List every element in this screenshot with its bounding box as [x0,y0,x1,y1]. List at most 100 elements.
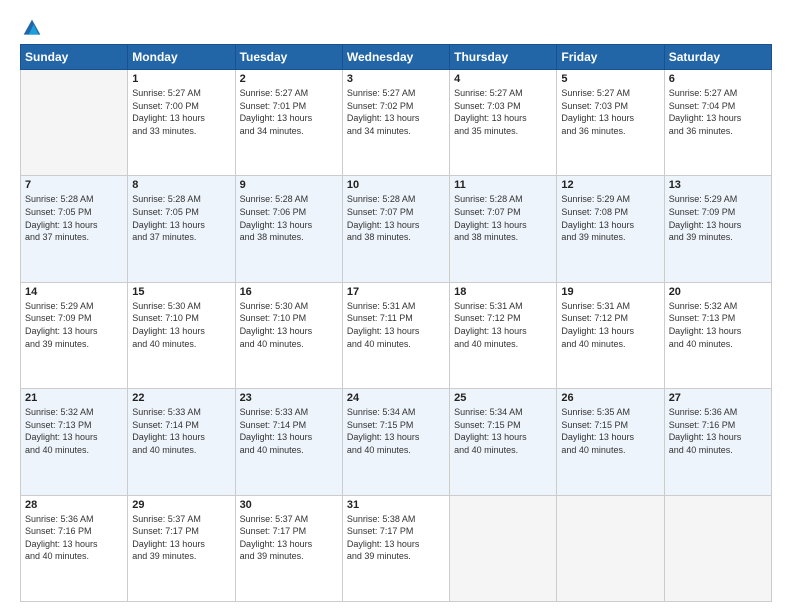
day-number: 12 [561,179,659,191]
cell-info: Sunrise: 5:32 AM Sunset: 7:13 PM Dayligh… [669,300,767,350]
calendar-cell: 24 Sunrise: 5:34 AM Sunset: 7:15 PM Dayli… [342,389,449,495]
cell-info: Sunrise: 5:37 AM Sunset: 7:17 PM Dayligh… [240,513,338,563]
day-number: 3 [347,73,445,85]
day-number: 31 [347,499,445,511]
day-number: 29 [132,499,230,511]
cell-info: Sunrise: 5:32 AM Sunset: 7:13 PM Dayligh… [25,406,123,456]
day-number: 18 [454,286,552,298]
calendar-cell: 9 Sunrise: 5:28 AM Sunset: 7:06 PM Daylig… [235,176,342,282]
calendar-cell [557,495,664,601]
day-number: 10 [347,179,445,191]
calendar-header-sunday: Sunday [21,45,128,70]
calendar-week-row: 14 Sunrise: 5:29 AM Sunset: 7:09 PM Dayli… [21,282,772,388]
cell-info: Sunrise: 5:28 AM Sunset: 7:05 PM Dayligh… [25,193,123,243]
day-number: 8 [132,179,230,191]
day-number: 17 [347,286,445,298]
day-number: 30 [240,499,338,511]
day-number: 7 [25,179,123,191]
calendar-cell: 7 Sunrise: 5:28 AM Sunset: 7:05 PM Daylig… [21,176,128,282]
day-number: 16 [240,286,338,298]
calendar-table: SundayMondayTuesdayWednesdayThursdayFrid… [20,44,772,602]
calendar-cell: 26 Sunrise: 5:35 AM Sunset: 7:15 PM Dayli… [557,389,664,495]
day-number: 27 [669,392,767,404]
calendar-week-row: 1Sunrise: 5:27 AM Sunset: 7:00 PM Daylig… [21,70,772,176]
calendar-cell: 8 Sunrise: 5:28 AM Sunset: 7:05 PM Daylig… [128,176,235,282]
page: SundayMondayTuesdayWednesdayThursdayFrid… [0,0,792,612]
calendar-header-thursday: Thursday [450,45,557,70]
cell-info: Sunrise: 5:33 AM Sunset: 7:14 PM Dayligh… [132,406,230,456]
calendar-cell: 16 Sunrise: 5:30 AM Sunset: 7:10 PM Dayli… [235,282,342,388]
cell-info: Sunrise: 5:31 AM Sunset: 7:12 PM Dayligh… [561,300,659,350]
cell-info: Sunrise: 5:33 AM Sunset: 7:14 PM Dayligh… [240,406,338,456]
calendar-header-tuesday: Tuesday [235,45,342,70]
day-number: 20 [669,286,767,298]
calendar-cell: 11 Sunrise: 5:28 AM Sunset: 7:07 PM Dayli… [450,176,557,282]
calendar-cell: 1Sunrise: 5:27 AM Sunset: 7:00 PM Daylig… [128,70,235,176]
day-number: 5 [561,73,659,85]
cell-info: Sunrise: 5:27 AM Sunset: 7:04 PM Dayligh… [669,87,767,137]
logo-icon [22,18,42,38]
calendar-header-friday: Friday [557,45,664,70]
calendar-cell [21,70,128,176]
calendar-cell: 19Sunrise: 5:31 AM Sunset: 7:12 PM Dayli… [557,282,664,388]
cell-info: Sunrise: 5:30 AM Sunset: 7:10 PM Dayligh… [240,300,338,350]
day-number: 15 [132,286,230,298]
calendar-header-monday: Monday [128,45,235,70]
cell-info: Sunrise: 5:28 AM Sunset: 7:06 PM Dayligh… [240,193,338,243]
day-number: 14 [25,286,123,298]
calendar-cell: 4Sunrise: 5:27 AM Sunset: 7:03 PM Daylig… [450,70,557,176]
logo [20,18,42,38]
cell-info: Sunrise: 5:27 AM Sunset: 7:03 PM Dayligh… [561,87,659,137]
calendar-cell: 31Sunrise: 5:38 AM Sunset: 7:17 PM Dayli… [342,495,449,601]
day-number: 4 [454,73,552,85]
day-number: 25 [454,392,552,404]
calendar-cell: 18 Sunrise: 5:31 AM Sunset: 7:12 PM Dayli… [450,282,557,388]
cell-info: Sunrise: 5:37 AM Sunset: 7:17 PM Dayligh… [132,513,230,563]
calendar-cell: 13 Sunrise: 5:29 AM Sunset: 7:09 PM Dayli… [664,176,771,282]
calendar-cell: 14 Sunrise: 5:29 AM Sunset: 7:09 PM Dayli… [21,282,128,388]
day-number: 22 [132,392,230,404]
header [20,18,772,38]
calendar-cell [450,495,557,601]
cell-info: Sunrise: 5:29 AM Sunset: 7:08 PM Dayligh… [561,193,659,243]
day-number: 26 [561,392,659,404]
cell-info: Sunrise: 5:31 AM Sunset: 7:12 PM Dayligh… [454,300,552,350]
calendar-cell: 21 Sunrise: 5:32 AM Sunset: 7:13 PM Dayli… [21,389,128,495]
cell-info: Sunrise: 5:34 AM Sunset: 7:15 PM Dayligh… [347,406,445,456]
calendar-cell [664,495,771,601]
calendar-cell: 25 Sunrise: 5:34 AM Sunset: 7:15 PM Dayli… [450,389,557,495]
day-number: 23 [240,392,338,404]
calendar-cell: 20 Sunrise: 5:32 AM Sunset: 7:13 PM Dayli… [664,282,771,388]
cell-info: Sunrise: 5:29 AM Sunset: 7:09 PM Dayligh… [25,300,123,350]
calendar-cell: 3 Sunrise: 5:27 AM Sunset: 7:02 PM Daylig… [342,70,449,176]
cell-info: Sunrise: 5:28 AM Sunset: 7:07 PM Dayligh… [347,193,445,243]
calendar-cell: 22 Sunrise: 5:33 AM Sunset: 7:14 PM Dayli… [128,389,235,495]
day-number: 24 [347,392,445,404]
day-number: 13 [669,179,767,191]
day-number: 2 [240,73,338,85]
cell-info: Sunrise: 5:36 AM Sunset: 7:16 PM Dayligh… [669,406,767,456]
calendar-cell: 27 Sunrise: 5:36 AM Sunset: 7:16 PM Dayli… [664,389,771,495]
cell-info: Sunrise: 5:29 AM Sunset: 7:09 PM Dayligh… [669,193,767,243]
day-number: 28 [25,499,123,511]
calendar-week-row: 28 Sunrise: 5:36 AM Sunset: 7:16 PM Dayli… [21,495,772,601]
calendar-cell: 15Sunrise: 5:30 AM Sunset: 7:10 PM Dayli… [128,282,235,388]
calendar-cell: 2Sunrise: 5:27 AM Sunset: 7:01 PM Daylig… [235,70,342,176]
calendar-header-saturday: Saturday [664,45,771,70]
calendar-week-row: 7 Sunrise: 5:28 AM Sunset: 7:05 PM Daylig… [21,176,772,282]
calendar-cell: 12 Sunrise: 5:29 AM Sunset: 7:08 PM Dayli… [557,176,664,282]
cell-info: Sunrise: 5:31 AM Sunset: 7:11 PM Dayligh… [347,300,445,350]
cell-info: Sunrise: 5:36 AM Sunset: 7:16 PM Dayligh… [25,513,123,563]
day-number: 21 [25,392,123,404]
cell-info: Sunrise: 5:27 AM Sunset: 7:02 PM Dayligh… [347,87,445,137]
cell-info: Sunrise: 5:28 AM Sunset: 7:05 PM Dayligh… [132,193,230,243]
calendar-cell: 23 Sunrise: 5:33 AM Sunset: 7:14 PM Dayli… [235,389,342,495]
calendar-cell: 28 Sunrise: 5:36 AM Sunset: 7:16 PM Dayli… [21,495,128,601]
cell-info: Sunrise: 5:34 AM Sunset: 7:15 PM Dayligh… [454,406,552,456]
cell-info: Sunrise: 5:28 AM Sunset: 7:07 PM Dayligh… [454,193,552,243]
calendar-cell: 6Sunrise: 5:27 AM Sunset: 7:04 PM Daylig… [664,70,771,176]
cell-info: Sunrise: 5:35 AM Sunset: 7:15 PM Dayligh… [561,406,659,456]
calendar-cell: 29 Sunrise: 5:37 AM Sunset: 7:17 PM Dayli… [128,495,235,601]
day-number: 9 [240,179,338,191]
day-number: 11 [454,179,552,191]
